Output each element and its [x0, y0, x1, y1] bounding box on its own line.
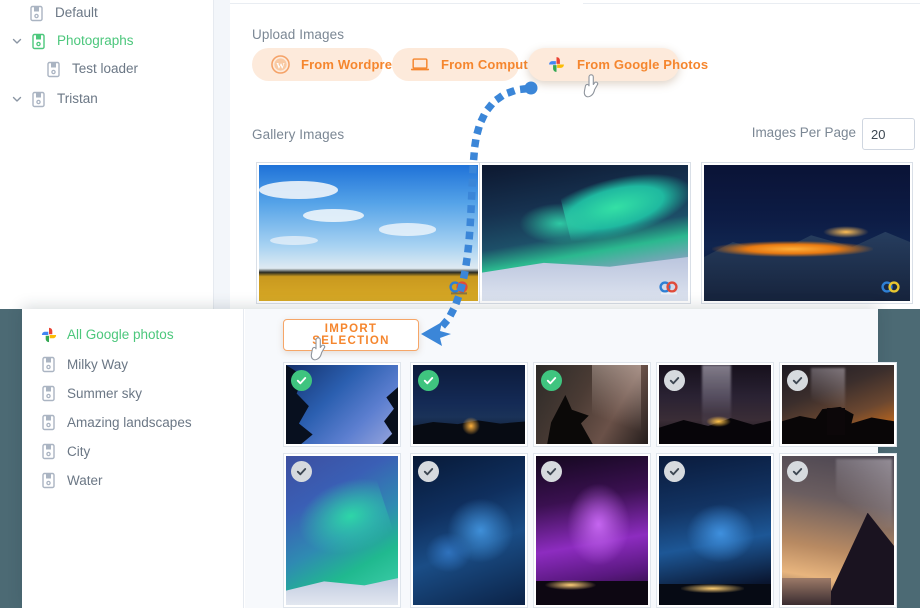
photo-selected-check-icon[interactable] [418, 370, 439, 391]
album-item-amazing-landscapes[interactable]: Amazing landscapes [40, 409, 192, 435]
album-item-label: City [67, 443, 91, 459]
upload-images-title: Upload Images [252, 27, 345, 42]
chevron-down-icon[interactable] [10, 92, 24, 106]
album-item-label: Water [67, 472, 103, 488]
gallery-thumb-1[interactable] [256, 162, 481, 304]
watermark-logo [881, 281, 900, 293]
google-photos-picker-window: All Google photos Milky Way Summer sky A… [22, 309, 897, 608]
document-icon [40, 414, 57, 431]
album-item-milky-way[interactable]: Milky Way [40, 351, 128, 377]
screenshot-root: Default Photographs Test loader Tristan … [0, 0, 920, 608]
google-photos-albums-sidebar: All Google photos Milky Way Summer sky A… [22, 309, 244, 608]
from-wordpress-label: From Wordpress [301, 57, 407, 72]
tree-item-label: Default [55, 5, 98, 21]
album-item-label: All Google photos [67, 326, 174, 342]
gallery-thumb-2[interactable] [479, 162, 691, 304]
laptop-icon [410, 55, 430, 75]
gallery-thumb-2-image [482, 165, 688, 301]
tree-item-default[interactable]: Default [28, 0, 98, 26]
photo-unselected-check-icon[interactable] [541, 461, 562, 482]
google-photos-icon [40, 326, 57, 343]
main-editor-window: Default Photographs Test loader Tristan … [0, 0, 920, 309]
document-icon [30, 33, 47, 50]
document-icon [40, 472, 57, 489]
album-item-water[interactable]: Water [40, 467, 103, 493]
photo-selected-check-icon[interactable] [291, 370, 312, 391]
gallery-images-title: Gallery Images [252, 127, 345, 142]
document-icon [40, 385, 57, 402]
document-icon [30, 91, 47, 108]
from-google-photos-label: From Google Photos [577, 57, 709, 72]
gallery-thumb-3[interactable] [701, 162, 913, 304]
photo-tile[interactable] [779, 453, 897, 608]
photo-tile[interactable] [410, 362, 528, 447]
svg-text:W: W [276, 60, 285, 70]
document-icon [28, 5, 45, 22]
from-computer-label: From Computer [441, 57, 541, 72]
wordpress-icon: W [270, 55, 290, 75]
photo-tile[interactable] [533, 453, 651, 608]
album-item-all-google-photos[interactable]: All Google photos [40, 321, 174, 347]
tree-item-label: Photographs [57, 33, 134, 49]
header-divider-left [230, 3, 560, 4]
photo-tile[interactable] [779, 362, 897, 447]
google-photos-content: IMPORT SELECTION [245, 309, 897, 608]
photo-unselected-check-icon[interactable] [664, 370, 685, 391]
from-computer-button[interactable]: From Computer [392, 48, 540, 81]
photo-tile[interactable] [410, 453, 528, 608]
photo-tile[interactable] [656, 453, 774, 608]
watermark-logo [449, 281, 468, 295]
watermark-logo [659, 281, 678, 295]
import-selection-button[interactable]: IMPORT SELECTION [283, 319, 419, 351]
photo-selected-check-icon[interactable] [541, 370, 562, 391]
tree-item-tristan[interactable]: Tristan [10, 86, 98, 112]
google-photos-icon [546, 55, 566, 75]
gallery-thumb-3-image [704, 165, 910, 301]
album-item-label: Summer sky [67, 385, 143, 401]
images-per-page-input[interactable] [862, 118, 915, 150]
photo-unselected-check-icon[interactable] [787, 370, 808, 391]
photo-tile[interactable] [283, 362, 401, 447]
document-icon [45, 61, 62, 78]
tree-item-label: Tristan [57, 91, 98, 107]
photo-unselected-check-icon[interactable] [291, 461, 312, 482]
photo-unselected-check-icon[interactable] [418, 461, 439, 482]
chevron-down-icon[interactable] [10, 34, 24, 48]
from-google-photos-button[interactable]: From Google Photos [528, 48, 708, 81]
album-item-summer-sky[interactable]: Summer sky [40, 380, 142, 406]
gallery-thumb-1-image [259, 165, 478, 301]
header-divider-right [583, 3, 920, 4]
photo-unselected-check-icon[interactable] [787, 461, 808, 482]
album-item-label: Milky Way [67, 356, 128, 372]
tree-item-test-loader[interactable]: Test loader [45, 56, 138, 82]
album-item-city[interactable]: City [40, 438, 90, 464]
document-icon [40, 443, 57, 460]
photo-tile[interactable] [283, 453, 401, 608]
photo-unselected-check-icon[interactable] [664, 461, 685, 482]
gallery-tree-sidebar: Default Photographs Test loader Tristan [0, 0, 213, 309]
album-item-label: Amazing landscapes [67, 414, 192, 430]
tree-item-label: Test loader [72, 61, 139, 77]
photo-tile[interactable] [533, 362, 651, 447]
document-icon [40, 356, 57, 373]
images-per-page-label: Images Per Page [751, 125, 856, 140]
tree-item-photographs[interactable]: Photographs [10, 28, 134, 54]
sidebar-gutter [214, 0, 230, 309]
from-wordpress-button[interactable]: W From Wordpress [252, 48, 407, 81]
photo-tile[interactable] [656, 362, 774, 447]
